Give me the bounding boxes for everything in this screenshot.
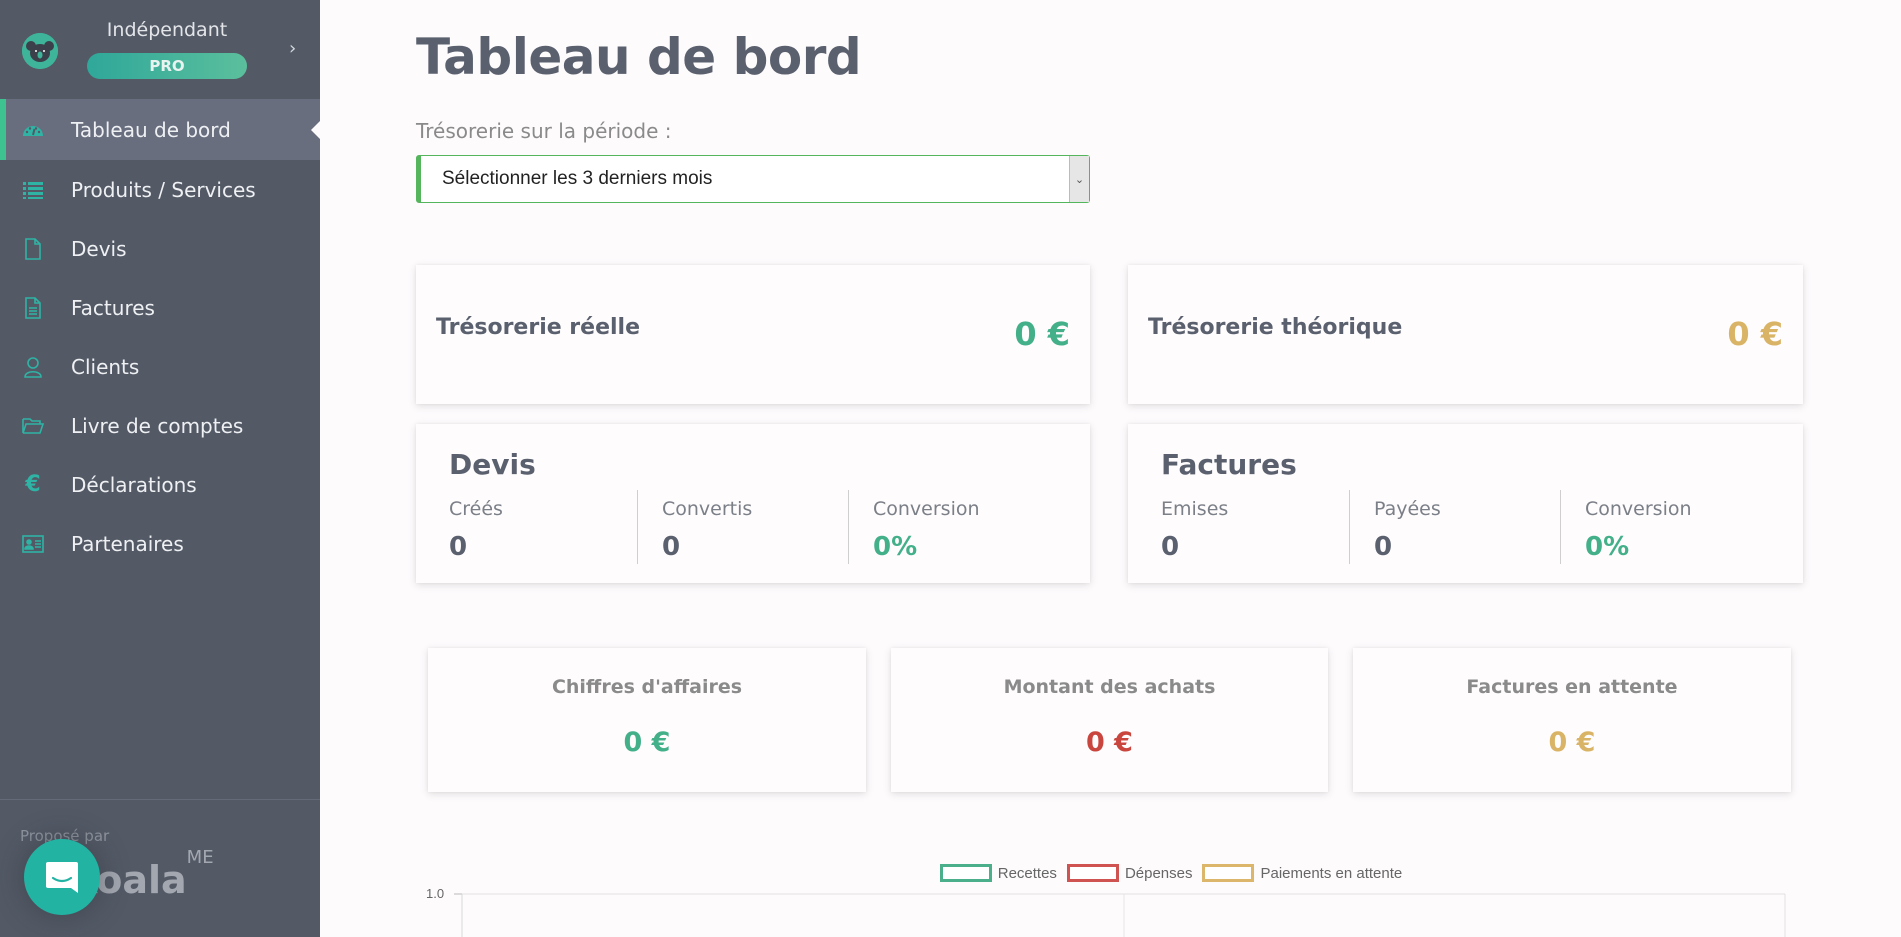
quotes-conversion-stat: Conversion 0% (848, 490, 1060, 564)
real-treasury-card: Trésorerie réelle 0 € (416, 265, 1090, 404)
sidebar-item-label: Factures (71, 295, 155, 320)
list-icon (20, 177, 46, 203)
invoices-paid-stat: Payées 0 (1349, 490, 1561, 564)
sidebar-item-label: Déclarations (71, 472, 197, 497)
euro-icon: € (25, 472, 41, 497)
period-select-value: Sélectionner les 3 derniers mois (442, 168, 713, 189)
sidebar-item-label: Clients (71, 354, 140, 379)
stat-label: Conversion (873, 498, 980, 520)
account-name: Indépendant (106, 19, 228, 41)
user-icon (20, 354, 46, 380)
account-switcher[interactable]: Indépendant PRO › (0, 0, 320, 99)
page-title: Tableau de bord (416, 28, 862, 86)
sidebar-item-account-book[interactable]: Livre de comptes (0, 396, 320, 455)
invoices-stats-card: Factures Emises 0 Payées 0 Conversion 0% (1128, 424, 1803, 583)
stat-value: 0% (873, 532, 918, 562)
kpi-label: Montant des achats (1003, 676, 1216, 698)
invoice-icon (20, 295, 46, 321)
chat-launcher-button[interactable] (24, 839, 100, 915)
main-content: Tableau de bord Trésorerie sur la périod… (320, 0, 1901, 937)
pending-invoices-kpi-card: Factures en attente 0 € (1353, 648, 1791, 792)
kpi-value: 0 € (623, 727, 671, 758)
quotes-stats-title: Devis (449, 448, 536, 481)
real-treasury-label: Trésorerie réelle (436, 315, 641, 340)
chevron-right-icon[interactable]: › (289, 38, 296, 59)
kpi-label: Chiffres d'affaires (551, 676, 743, 698)
sidebar-item-dashboard[interactable]: Tableau de bord (0, 99, 320, 160)
id-card-icon (20, 531, 46, 557)
stat-label: Emises (1161, 498, 1229, 520)
sidebar-item-partners[interactable]: Partenaires (0, 514, 320, 573)
sidebar-item-label: Partenaires (71, 531, 184, 556)
stat-label: Créés (449, 498, 503, 520)
real-treasury-value: 0 € (1014, 315, 1070, 353)
sidebar-item-products-services[interactable]: Produits / Services (0, 160, 320, 219)
koala-logo-icon (22, 33, 58, 69)
cashflow-chart: Recettes Dépenses Paiements en attente 1… (416, 855, 1816, 937)
sidebar-item-invoices[interactable]: Factures (0, 278, 320, 337)
purchases-kpi-card: Montant des achats 0 € (891, 648, 1328, 792)
sidebar-item-clients[interactable]: Clients (0, 337, 320, 396)
kpi-label: Factures en attente (1466, 676, 1678, 698)
folder-open-icon (20, 413, 46, 439)
sidebar-item-label: Devis (71, 236, 127, 261)
stat-value: 0 (1374, 532, 1393, 562)
stat-value: 0 (1161, 532, 1180, 562)
dashboard-gauge-icon (20, 117, 46, 143)
quotes-created-stat: Créés 0 (449, 490, 661, 564)
sidebar-item-label: Livre de comptes (71, 413, 244, 438)
document-icon (20, 236, 46, 262)
theoretical-treasury-card: Trésorerie théorique 0 € (1128, 265, 1803, 404)
revenue-kpi-card: Chiffres d'affaires 0 € (428, 648, 866, 792)
stat-label: Payées (1374, 498, 1441, 520)
kpi-value: 0 € (1548, 727, 1596, 758)
quotes-converted-stat: Convertis 0 (637, 490, 849, 564)
sidebar-item-label: Produits / Services (71, 177, 256, 202)
invoices-conversion-stat: Conversion 0% (1560, 490, 1772, 564)
kpi-value: 0 € (1086, 727, 1133, 758)
stat-label: Conversion (1585, 498, 1692, 520)
theoretical-treasury-value: 0 € (1727, 315, 1783, 353)
sidebar-item-declarations[interactable]: € Déclarations (0, 455, 320, 514)
theoretical-treasury-label: Trésorerie théorique (1148, 315, 1403, 340)
period-select[interactable]: Sélectionner les 3 derniers mois ⌄ (416, 155, 1090, 203)
chart-grid (454, 893, 1786, 937)
chevron-down-icon[interactable]: ⌄ (1069, 156, 1089, 202)
chat-bubble-icon (46, 862, 78, 893)
period-label: Trésorerie sur la période : (416, 119, 672, 143)
invoices-issued-stat: Emises 0 (1161, 490, 1373, 564)
koala-logo-sup: ME (186, 847, 214, 869)
plan-badge: PRO (87, 53, 247, 79)
stat-value: 0 (662, 532, 681, 562)
invoices-stats-title: Factures (1161, 448, 1297, 481)
stat-value: 0 (449, 532, 468, 562)
sidebar-nav: Tableau de bord Produits / Services Devi… (0, 99, 320, 573)
sidebar-item-quotes[interactable]: Devis (0, 219, 320, 278)
quotes-stats-card: Devis Créés 0 Convertis 0 Conversion 0% (416, 424, 1090, 583)
sidebar-item-label: Tableau de bord (71, 117, 231, 142)
stat-label: Convertis (662, 498, 753, 520)
sidebar: Indépendant PRO › Tableau de bord Produi… (0, 0, 320, 937)
stat-value: 0% (1585, 532, 1630, 562)
